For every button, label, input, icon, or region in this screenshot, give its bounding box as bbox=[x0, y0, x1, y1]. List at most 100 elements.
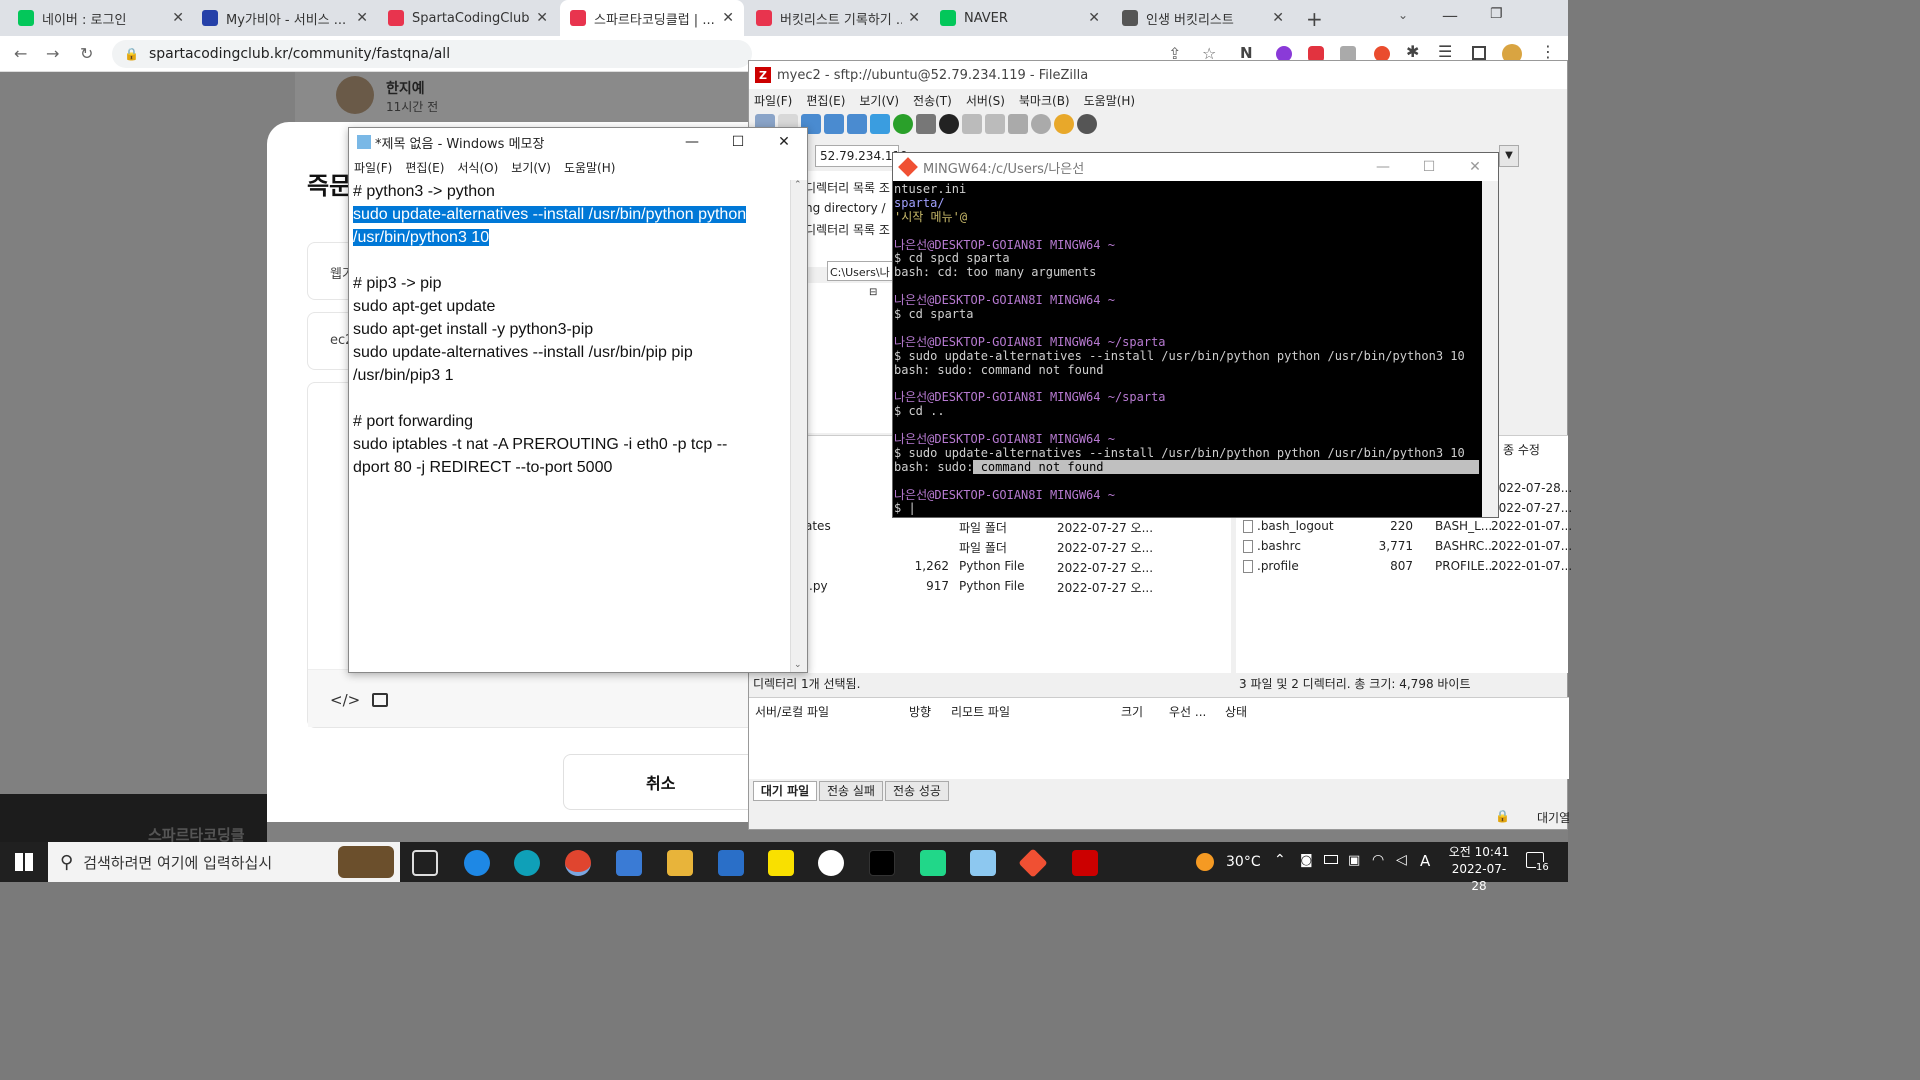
menu-item[interactable]: 서식(O) bbox=[457, 159, 498, 176]
sync-browse-icon[interactable] bbox=[1054, 114, 1074, 134]
toggle-queue-icon[interactable] bbox=[870, 114, 890, 134]
queue-column-header[interactable]: 방향 bbox=[909, 703, 931, 720]
cancel-icon[interactable] bbox=[939, 114, 959, 134]
queue-column-header[interactable]: 우선 ... bbox=[1169, 703, 1206, 720]
browser-tab[interactable]: 스파르타코딩클럽 | ... ✕ bbox=[560, 0, 744, 36]
reading-list-icon[interactable]: ☰ bbox=[1438, 42, 1452, 61]
close-tab-icon[interactable]: ✕ bbox=[908, 10, 920, 26]
local-path-input[interactable]: C:\Users\나 bbox=[827, 261, 897, 281]
menu-item[interactable]: 편집(E) bbox=[806, 92, 845, 109]
menu-item[interactable]: 도움말(H) bbox=[564, 159, 616, 176]
queue-tab[interactable]: 전송 실패 bbox=[819, 781, 883, 801]
more-vertical-icon[interactable]: ⋮ bbox=[1540, 42, 1556, 61]
process-queue-icon[interactable] bbox=[916, 114, 936, 134]
toggle-remote-tree-icon[interactable] bbox=[847, 114, 867, 134]
host-input[interactable]: 52.79.234.119 bbox=[815, 145, 908, 167]
edge-icon[interactable] bbox=[514, 850, 540, 876]
cancel-button[interactable]: 취소 bbox=[563, 754, 767, 810]
file-explorer-icon[interactable] bbox=[667, 850, 693, 876]
close-tab-icon[interactable]: ✕ bbox=[1272, 10, 1284, 26]
close-tab-icon[interactable]: ✕ bbox=[356, 10, 368, 26]
store-icon[interactable] bbox=[616, 850, 642, 876]
taskbar-search-box[interactable]: ⚲ 검색하려면 여기에 입력하십시 bbox=[48, 842, 400, 882]
media-player-icon[interactable] bbox=[818, 850, 844, 876]
menu-item[interactable]: 보기(V) bbox=[859, 92, 899, 109]
close-tab-icon[interactable]: ✕ bbox=[536, 10, 548, 26]
menu-item[interactable]: 파일(F) bbox=[354, 159, 392, 176]
queue-tab[interactable]: 대기 파일 bbox=[753, 781, 817, 801]
chrome-icon[interactable] bbox=[565, 850, 591, 876]
puzzle-icon[interactable]: ✱ bbox=[1406, 42, 1419, 61]
quickconnect-dropdown-icon[interactable]: ▼ bbox=[1499, 145, 1519, 167]
wifi-icon[interactable]: ◠ bbox=[1372, 852, 1384, 868]
menu-item[interactable]: 서버(S) bbox=[966, 92, 1005, 109]
menu-item[interactable]: 북마크(B) bbox=[1019, 92, 1070, 109]
binoculars-icon[interactable] bbox=[1077, 114, 1097, 134]
forward-icon[interactable]: → bbox=[46, 44, 59, 63]
filter-icon[interactable] bbox=[1008, 114, 1028, 134]
minimize-button[interactable]: — bbox=[1360, 153, 1406, 181]
close-tab-icon[interactable]: ✕ bbox=[722, 10, 734, 26]
maximize-button[interactable]: ☐ bbox=[715, 128, 761, 156]
back-icon[interactable]: ← bbox=[14, 44, 27, 63]
maximize-icon[interactable]: ❐ bbox=[1490, 6, 1503, 22]
close-button[interactable]: ✕ bbox=[761, 128, 807, 156]
queue-tab[interactable]: 전송 성공 bbox=[885, 781, 949, 801]
menu-item[interactable]: 도움말(H) bbox=[1084, 92, 1136, 109]
weather-sun-icon[interactable] bbox=[1196, 853, 1214, 871]
queue-column-header[interactable]: 리모트 파일 bbox=[951, 703, 1010, 720]
ime-indicator[interactable]: A bbox=[1420, 852, 1430, 870]
tab-search-chevron-icon[interactable]: ⌄ bbox=[1398, 8, 1408, 22]
camera-icon[interactable]: ◙ bbox=[1300, 853, 1313, 868]
browser-tab[interactable]: SpartaCodingClub ✕ bbox=[378, 0, 558, 36]
scroll-up-icon[interactable]: ⌃ bbox=[794, 180, 802, 190]
notepad-text-area[interactable]: # python3 -> python sudo update-alternati… bbox=[353, 180, 791, 479]
refresh-icon[interactable] bbox=[893, 114, 913, 134]
browser-tab[interactable]: My가비아 - 서비스 ... ✕ bbox=[192, 0, 378, 36]
network-icon[interactable]: ▣ bbox=[1348, 853, 1360, 868]
netflix-icon[interactable] bbox=[869, 850, 895, 876]
git-taskbar-icon[interactable] bbox=[1018, 848, 1048, 878]
url-omnibox[interactable]: 🔒 spartacodingclub.kr/community/fastqna/… bbox=[112, 40, 752, 68]
menu-item[interactable]: 편집(E) bbox=[405, 159, 444, 176]
browser-tab[interactable]: 버킷리스트 기록하기 ... ✕ bbox=[746, 0, 930, 36]
mail-icon[interactable] bbox=[718, 850, 744, 876]
search-icon[interactable] bbox=[1031, 114, 1051, 134]
notepad-scrollbar[interactable]: ⌃ ⌄ bbox=[790, 180, 807, 672]
browser-tab[interactable]: 인생 버킷리스트 ✕ bbox=[1112, 0, 1294, 36]
temperature[interactable]: 30°C bbox=[1226, 854, 1261, 870]
toggle-local-tree-icon[interactable] bbox=[824, 114, 844, 134]
battery-icon[interactable] bbox=[1324, 855, 1338, 864]
queue-column-header[interactable]: 크기 bbox=[1121, 703, 1143, 720]
reload-icon[interactable]: ↻ bbox=[80, 44, 93, 63]
menu-item[interactable]: 전송(T) bbox=[913, 92, 952, 109]
new-tab-plus-icon[interactable]: + bbox=[1306, 7, 1323, 31]
kakaotalk-icon[interactable] bbox=[768, 850, 794, 876]
browser-tab[interactable]: NAVER ✕ bbox=[930, 0, 1110, 36]
terminal-output[interactable]: ntuser.ini sparta/'시작 메뉴'@ 나은선@DESKTOP-GOI… bbox=[893, 182, 1483, 517]
tray-chevron-icon[interactable]: ⌃ bbox=[1274, 852, 1286, 868]
notepad-taskbar-icon[interactable] bbox=[970, 850, 996, 876]
windows-start-icon[interactable] bbox=[15, 853, 33, 871]
browser-tab[interactable]: 네이버 : 로그인 ✕ bbox=[8, 0, 194, 36]
close-button[interactable]: ✕ bbox=[1452, 153, 1498, 181]
task-view-icon[interactable] bbox=[412, 850, 438, 876]
image-icon[interactable] bbox=[372, 693, 388, 707]
close-tab-icon[interactable]: ✕ bbox=[1088, 10, 1100, 26]
transfer-queue[interactable] bbox=[749, 697, 1569, 779]
side-panel-icon[interactable] bbox=[1472, 46, 1486, 60]
minimize-icon[interactable]: — bbox=[1442, 6, 1458, 25]
tree-expander-icon[interactable]: ⊟ bbox=[869, 287, 877, 298]
pycharm-icon[interactable] bbox=[920, 850, 946, 876]
scroll-down-icon[interactable]: ⌄ bbox=[794, 660, 802, 670]
clock[interactable]: 오전 10:41 2022-07-28 bbox=[1446, 844, 1512, 895]
reconnect-icon[interactable] bbox=[985, 114, 1005, 134]
close-tab-icon[interactable]: ✕ bbox=[172, 10, 184, 26]
menu-item[interactable]: 보기(V) bbox=[511, 159, 551, 176]
volume-icon[interactable]: ◁ bbox=[1396, 852, 1407, 868]
filezilla-taskbar-icon[interactable] bbox=[1072, 850, 1098, 876]
maximize-button[interactable]: ☐ bbox=[1406, 153, 1452, 181]
minimize-button[interactable]: — bbox=[669, 128, 715, 156]
ie-icon[interactable] bbox=[464, 850, 490, 876]
queue-column-header[interactable]: 서버/로컬 파일 bbox=[755, 703, 829, 720]
